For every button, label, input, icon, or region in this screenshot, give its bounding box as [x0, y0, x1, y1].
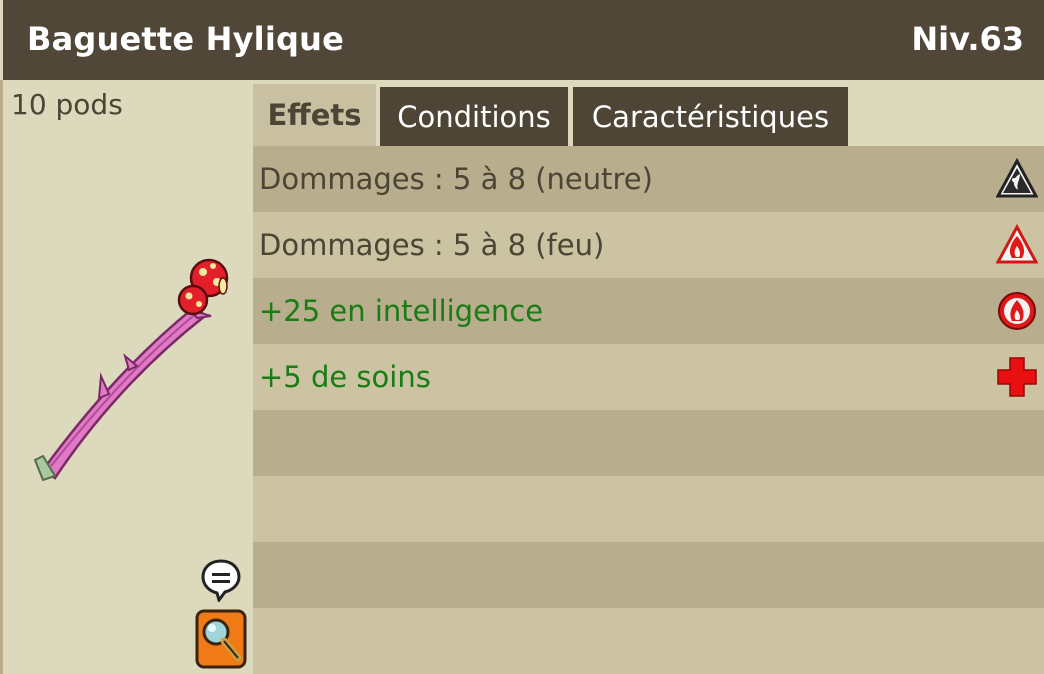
effect-row: +25 en intelligence	[253, 278, 1044, 344]
item-name: Baguette Hylique	[27, 20, 344, 58]
effect-text: +5 de soins	[259, 360, 431, 394]
tab-effets[interactable]: Effets	[253, 84, 376, 146]
empty-row	[253, 608, 1044, 674]
tab-conditions[interactable]: Conditions	[380, 87, 568, 146]
item-weight: 10 pods	[11, 88, 123, 121]
item-title-bar: Baguette Hylique Niv.63	[3, 0, 1044, 80]
effect-text: +25 en intelligence	[259, 294, 544, 328]
effect-row: Dommages : 5 à 8 (feu)	[253, 212, 1044, 278]
tab-caracteristiques[interactable]: Caractéristiques	[573, 87, 848, 146]
neutral-element-icon	[996, 158, 1038, 198]
effect-row: +5 de soins	[253, 344, 1044, 410]
effects-list: Dommages : 5 à 8 (neutre) Dommages : 5 à…	[253, 146, 1044, 674]
effect-row: Dommages : 5 à 8 (neutre)	[253, 146, 1044, 212]
intelligence-icon	[998, 292, 1036, 330]
item-preview-panel: 10 pods	[3, 80, 252, 674]
effect-text: Dommages : 5 à 8 (neutre)	[259, 162, 653, 196]
item-level: Niv.63	[911, 20, 1024, 58]
empty-row	[253, 476, 1044, 542]
empty-row	[253, 410, 1044, 476]
chat-bubble-icon[interactable]	[199, 558, 243, 602]
wand-image	[33, 258, 229, 482]
empty-row	[253, 542, 1044, 608]
effect-text: Dommages : 5 à 8 (feu)	[259, 228, 605, 262]
fire-element-icon	[996, 224, 1038, 264]
magnifier-icon[interactable]	[194, 608, 248, 670]
heal-cross-icon	[997, 357, 1037, 397]
